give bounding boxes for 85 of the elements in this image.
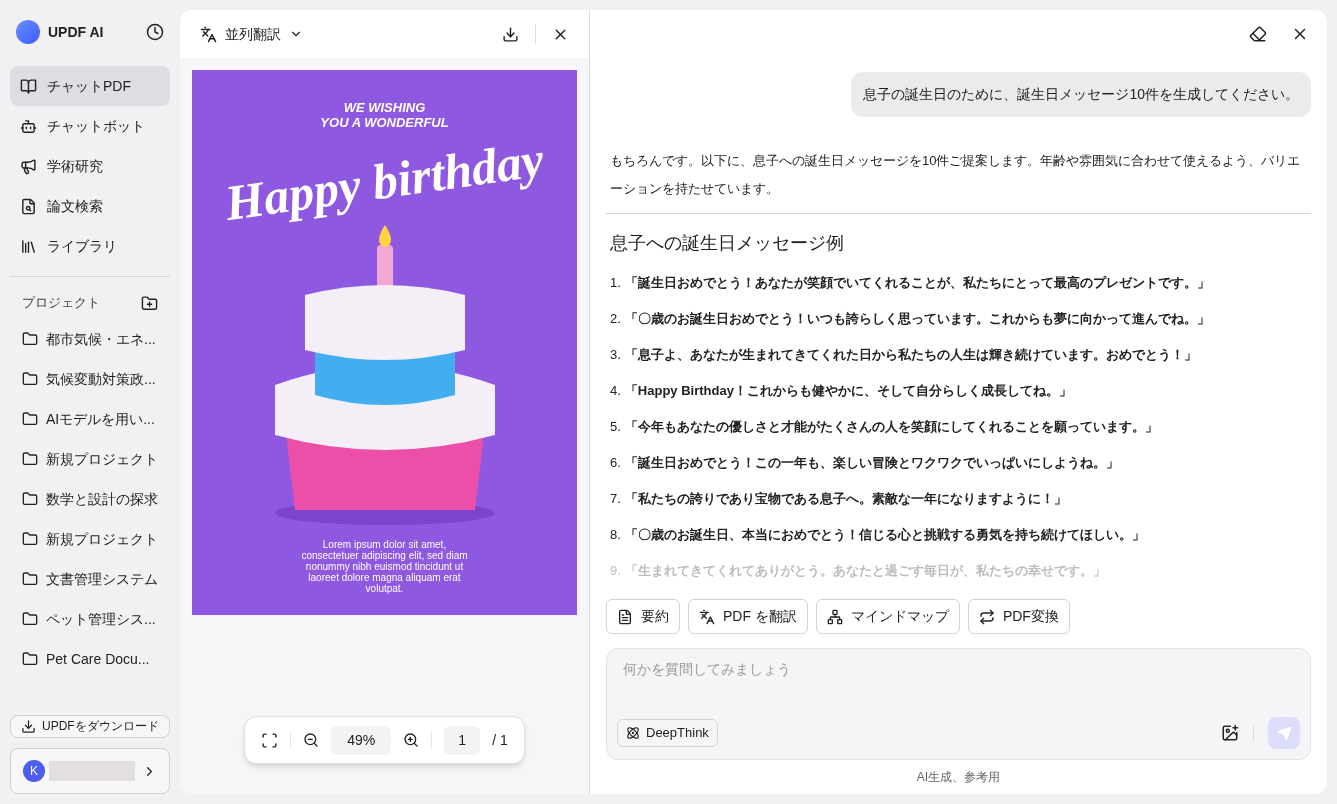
list-number: 9. — [610, 562, 621, 580]
translate-icon — [200, 25, 217, 43]
list-number: 8. — [610, 526, 621, 544]
folder-icon — [22, 411, 38, 427]
folder-icon — [22, 611, 38, 627]
project-item[interactable]: ペット管理シス... — [10, 599, 170, 639]
nav-item[interactable]: 学術研究 — [10, 146, 170, 186]
folder-icon — [22, 531, 38, 547]
zoom-level[interactable]: 49% — [331, 725, 392, 755]
megaphone-icon — [20, 157, 37, 175]
message-text: 「〇歳のお誕生日おめでとう！いつも誇らしく思っています。これからも夢に向かって進んでね。」 — [624, 310, 1210, 328]
list-number: 2. — [610, 310, 621, 328]
list-number: 7. — [610, 490, 621, 508]
folder-icon — [22, 571, 38, 587]
message-text: 「生まれてきてくれてありがとう。あなたと過ごす毎日が、私たちの幸せです。」 — [624, 562, 1106, 580]
user-message: 息子の誕生日のために、誕生日メッセージ10件を生成してください。 — [851, 72, 1311, 117]
translate-icon — [699, 608, 715, 625]
action-button[interactable]: 要約 — [606, 599, 680, 634]
projects-heading: プロジェクト — [22, 294, 100, 313]
document-icon — [617, 608, 633, 625]
deepthink-button[interactable]: DeepThink — [617, 719, 718, 747]
folder-icon — [22, 491, 38, 507]
list-number: 3. — [610, 346, 621, 364]
download-button[interactable] — [502, 25, 519, 43]
avatar: K — [23, 760, 45, 782]
logo-icon — [16, 20, 40, 44]
project-item[interactable]: 気候変動対策政... — [10, 359, 170, 399]
ai-disclaimer: AI生成、参考用 — [916, 769, 1001, 786]
nav-item[interactable]: ライブラリ — [10, 226, 170, 266]
folder-icon — [22, 371, 38, 387]
project-item[interactable]: AIモデルを用い... — [10, 399, 170, 439]
message-text: 「〇歳のお誕生日、本当におめでとう！信じる心と挑戦する勇気を持ち続けてほしい。」 — [624, 526, 1145, 544]
fit-page-button[interactable] — [261, 731, 279, 749]
page-total: / 1 — [492, 730, 508, 750]
robot-icon — [20, 117, 37, 135]
message-text: 「私たちの誇りであり宝物である息子へ。素敵な一年になりますように！」 — [624, 490, 1067, 508]
message-text: 「Happy Birthday！これからも健やかに、そして自分らしく成長してね。」 — [624, 382, 1072, 400]
clear-chat-button[interactable] — [1249, 25, 1267, 43]
list-number: 6. — [610, 454, 621, 472]
new-folder-button[interactable] — [141, 294, 158, 312]
nav-item[interactable]: 論文検索 — [10, 186, 170, 226]
message-text: 「誕生日おめでとう！この一年も、楽しい冒険とワクワクでいっぱいにしようね。」 — [624, 454, 1119, 472]
nav-item[interactable]: チャットPDF — [10, 66, 170, 106]
action-button[interactable]: PDF を翻訳 — [688, 599, 808, 634]
folder-icon — [22, 651, 38, 667]
download-icon — [21, 719, 36, 734]
history-button[interactable] — [146, 23, 164, 41]
page-subtitle: WE WISHING YOU A WONDERFUL — [320, 100, 449, 130]
download-button[interactable]: UPDFをダウンロード — [10, 715, 170, 738]
action-button[interactable]: マインドマップ — [815, 599, 960, 634]
nav-item[interactable]: チャットボット — [10, 106, 170, 146]
folder-icon — [22, 331, 38, 347]
folder-icon — [22, 451, 38, 467]
list-number: 5. — [610, 418, 621, 436]
mind-map-icon — [826, 608, 843, 625]
convert-icon — [978, 608, 995, 625]
project-item[interactable]: 都市気候・エネ... — [10, 319, 170, 359]
project-item[interactable]: 数学と設計の探求 — [10, 479, 170, 519]
image-upload-button[interactable] — [1221, 724, 1239, 742]
account-button[interactable]: K — [10, 748, 170, 794]
project-item[interactable]: 文書管理システム — [10, 559, 170, 599]
message-text: 「息子よ、あなたが生まれてきてくれた日から私たちの人生は輝き続けています。おめでとう！」 — [624, 346, 1197, 364]
project-item[interactable]: 新規プロジェクト — [10, 439, 170, 479]
reply-heading: 息子への誕生日メッセージ例 — [609, 232, 845, 255]
project-item[interactable]: 新規プロジェクト — [10, 519, 170, 559]
send-icon — [1276, 725, 1292, 741]
list-number: 1. — [610, 274, 621, 292]
zoom-in-button[interactable] — [403, 732, 420, 748]
app-title: UPDF AI — [48, 22, 104, 42]
list-number: 4. — [610, 382, 621, 400]
message-text: 「今年もあなたの優しさと才能がたくさんの人を笑顔にしてくれることを願っています。」 — [624, 418, 1158, 436]
message-text: 「誕生日おめでとう！あなたが笑顔でいてくれることが、私たちにとって最高のプレゼントです。」 — [624, 274, 1210, 292]
reply-intro: もちろんです。以下に、息子への誕生日メッセージを10件ご提案します。年齢や雰囲気に合わせて使えるよう、バリエーションを持たせています。 — [609, 152, 1302, 198]
page-number-field[interactable]: 1 — [444, 725, 481, 755]
zoom-out-button[interactable] — [303, 732, 320, 748]
library-icon — [20, 237, 37, 255]
atom-icon — [626, 726, 640, 740]
page-body-text: Lorem ipsum dolor sit amet, consectetuer adipiscing elit, sed diam nonummy nibh euismod tincidunt ut laoreet dolore magna aliquam erat volutpat. — [300, 539, 469, 594]
mode-dropdown[interactable]: 並列翻訳 — [225, 23, 303, 45]
book-icon — [20, 77, 37, 95]
page-title: Happy birthday — [220, 129, 549, 234]
action-button[interactable]: PDF変換 — [967, 599, 1070, 634]
project-item[interactable]: Pet Care Docu... — [10, 639, 170, 679]
file-search-icon — [20, 197, 37, 215]
question-input[interactable]: 何かを質問してみましょう — [617, 659, 1300, 680]
